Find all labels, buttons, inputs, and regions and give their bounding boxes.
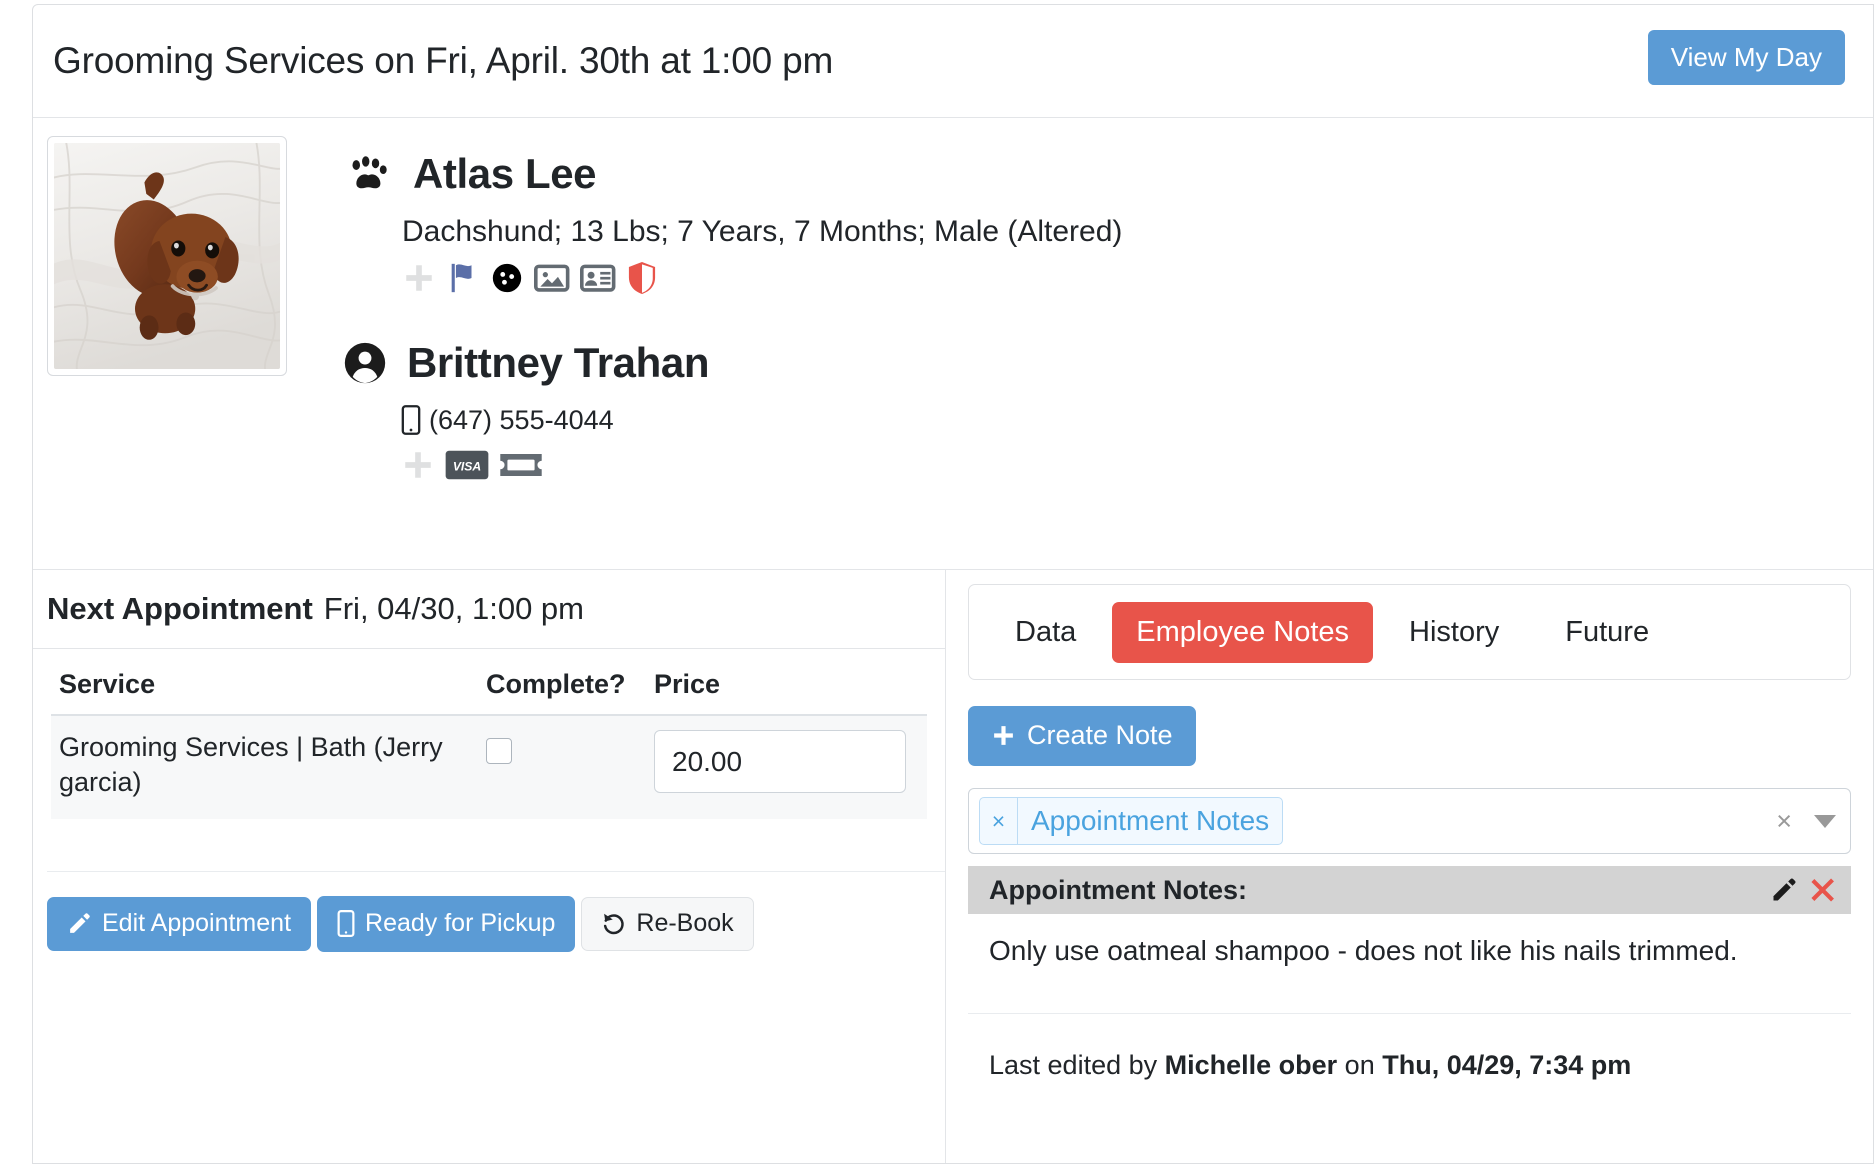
create-note-label: Create Note (1027, 722, 1173, 749)
pet-name-row: Atlas Lee (343, 151, 1122, 197)
owner-name-row: Brittney Trahan (343, 340, 1122, 386)
pet-photo[interactable] (54, 143, 280, 369)
mobile-icon (337, 910, 355, 937)
paw-pad-icon[interactable] (490, 261, 524, 295)
add-icon[interactable] (401, 448, 435, 482)
complete-cell (486, 730, 654, 764)
note-footer-middle: on (1337, 1050, 1382, 1080)
edit-appointment-button[interactable]: Edit Appointment (47, 897, 311, 951)
profile-info: Atlas Lee Dachshund; 13 Lbs; 7 Years, 7 … (287, 133, 1122, 547)
appointment-card: Grooming Services on Fri, April. 30th at… (32, 4, 1874, 1164)
notes-panel: Data Employee Notes History Future Creat… (946, 570, 1873, 1164)
appointment-actions: Edit Appointment Ready for Pickup (47, 871, 945, 952)
appointment-detail-page: Grooming Services on Fri, April. 30th at… (0, 0, 1874, 1164)
page-title: Grooming Services on Fri, April. 30th at… (53, 40, 833, 82)
column-header-service: Service (51, 669, 486, 700)
pencil-icon (67, 911, 92, 936)
tab-future[interactable]: Future (1535, 602, 1679, 663)
column-header-price: Price (654, 669, 927, 700)
note-footer-prefix: Last edited by (989, 1050, 1165, 1080)
appointment-panel: Next Appointment Fri, 04/30, 1:00 pm Ser… (33, 570, 946, 1164)
undo-icon (601, 911, 626, 936)
pet-name: Atlas Lee (413, 151, 596, 197)
lower-section: Next Appointment Fri, 04/30, 1:00 pm Ser… (33, 570, 1873, 1164)
note-body: Only use oatmeal shampoo - does not like… (968, 914, 1851, 1014)
user-circle-icon (343, 341, 387, 385)
pencil-icon[interactable] (1770, 876, 1798, 904)
select-controls: × (1776, 789, 1836, 853)
service-name: Grooming Services | Bath (Jerry garcia) (51, 730, 486, 799)
column-header-complete: Complete? (486, 669, 654, 700)
price-cell (654, 730, 927, 793)
flag-icon[interactable] (446, 261, 480, 295)
price-input[interactable] (654, 730, 906, 793)
tag-remove-icon[interactable]: × (980, 798, 1018, 844)
next-appointment-label: Next Appointment (47, 591, 313, 627)
ready-for-pickup-label: Ready for Pickup (365, 911, 555, 936)
image-icon[interactable] (534, 261, 570, 295)
note-title: Appointment Notes: (989, 875, 1247, 906)
clear-selection-icon[interactable]: × (1776, 808, 1792, 835)
ticket-icon[interactable] (499, 450, 543, 480)
selected-tag: × Appointment Notes (979, 797, 1283, 845)
edit-appointment-label: Edit Appointment (102, 911, 291, 936)
services-table-header: Service Complete? Price (51, 669, 927, 716)
owner-phone-row: (647) 555-4044 (401, 405, 1122, 436)
delete-icon[interactable] (1809, 876, 1837, 904)
pet-photo-illustration (54, 143, 280, 369)
svg-text:VISA: VISA (453, 459, 481, 473)
ready-for-pickup-button[interactable]: Ready for Pickup (317, 896, 575, 952)
pet-photo-frame[interactable] (47, 136, 287, 376)
rebook-label: Re-Book (636, 911, 733, 936)
pet-description: Dachshund; 13 Lbs; 7 Years, 7 Months; Ma… (402, 213, 1122, 251)
pet-badge-row (402, 260, 1122, 296)
owner-phone: (647) 555-4044 (429, 405, 614, 436)
rebook-button[interactable]: Re-Book (581, 897, 753, 951)
chevron-down-icon[interactable] (1814, 815, 1836, 828)
services-table: Service Complete? Price Grooming Service… (33, 649, 945, 819)
tab-history[interactable]: History (1379, 602, 1529, 663)
add-icon[interactable] (402, 261, 436, 295)
note-footer: Last edited by Michelle ober on Thu, 04/… (968, 1014, 1851, 1081)
visa-card-icon[interactable]: VISA (445, 450, 489, 480)
plus-icon (991, 723, 1016, 748)
mobile-icon (401, 405, 421, 435)
owner-badge-row: VISA (401, 448, 1122, 482)
notes-tabbar: Data Employee Notes History Future (968, 584, 1851, 680)
note-footer-date: Thu, 04/29, 7:34 pm (1382, 1050, 1631, 1080)
tag-label: Appointment Notes (1018, 798, 1282, 844)
id-card-icon[interactable] (580, 261, 616, 295)
note-card-actions (1770, 876, 1837, 904)
tab-data[interactable]: Data (985, 602, 1106, 663)
view-my-day-button[interactable]: View My Day (1648, 30, 1845, 85)
note-footer-author: Michelle ober (1165, 1050, 1338, 1080)
paw-icon (343, 152, 391, 196)
owner-block: Brittney Trahan (647) 555-4044 (343, 340, 1122, 482)
card-header: Grooming Services on Fri, April. 30th at… (33, 5, 1873, 118)
note-filter-select[interactable]: × Appointment Notes × (968, 788, 1851, 854)
create-note-button[interactable]: Create Note (968, 706, 1196, 766)
owner-name: Brittney Trahan (407, 340, 709, 386)
next-appointment-header: Next Appointment Fri, 04/30, 1:00 pm (33, 570, 945, 649)
note-card-header: Appointment Notes: (968, 866, 1851, 914)
complete-checkbox[interactable] (486, 738, 512, 764)
tab-employee-notes[interactable]: Employee Notes (1112, 602, 1373, 663)
shield-icon[interactable] (626, 260, 658, 296)
profile-section: Atlas Lee Dachshund; 13 Lbs; 7 Years, 7 … (33, 118, 1873, 570)
next-appointment-when: Fri, 04/30, 1:00 pm (324, 591, 584, 627)
note-card: Appointment Notes: (968, 866, 1851, 1081)
table-row: Grooming Services | Bath (Jerry garcia) (51, 716, 927, 819)
